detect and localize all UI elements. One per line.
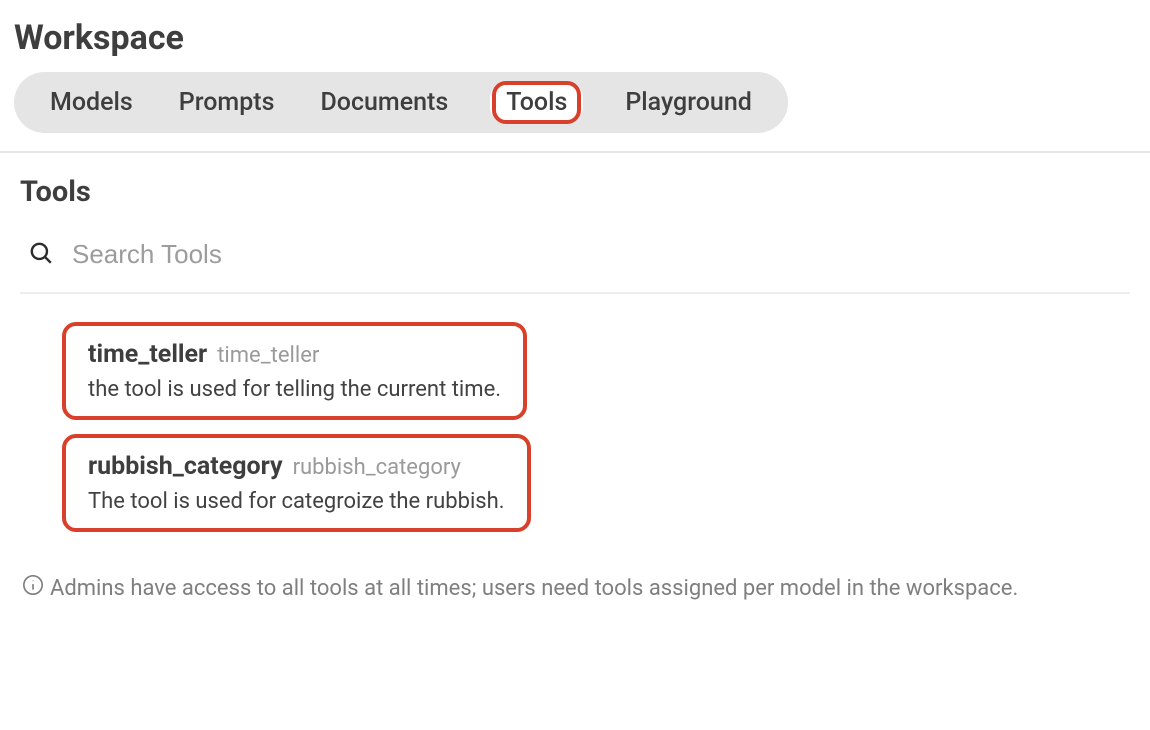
tool-card-time-teller[interactable]: time_teller time_teller the tool is used…: [62, 322, 527, 420]
list-divider: [20, 292, 1130, 294]
tabs-container: Models Prompts Documents Tools Playgroun…: [0, 72, 1150, 151]
tab-tools-active-bg: Tools: [490, 82, 583, 123]
tool-title-row: time_teller time_teller: [88, 340, 501, 369]
tab-models[interactable]: Models: [46, 84, 137, 121]
info-icon: [22, 574, 44, 602]
tool-slug: time_teller: [217, 343, 319, 368]
main-content: Tools time_teller time_teller the tool i…: [0, 153, 1150, 614]
tool-title: time_teller: [88, 340, 207, 369]
section-title: Tools: [20, 175, 1130, 209]
footer-note-text: Admins have access to all tools at all t…: [50, 576, 1018, 601]
tabs-bar: Models Prompts Documents Tools Playgroun…: [14, 72, 788, 133]
tool-title-row: rubbish_category rubbish_category: [88, 452, 505, 481]
tool-description: The tool is used for categroize the rubb…: [88, 489, 505, 514]
footer-note: Admins have access to all tools at all t…: [20, 574, 1130, 602]
page-title: Workspace: [0, 0, 1150, 72]
search-row: [20, 239, 1130, 270]
tool-list: time_teller time_teller the tool is used…: [20, 322, 1130, 532]
tab-tools[interactable]: Tools: [496, 85, 577, 120]
tool-title: rubbish_category: [88, 452, 283, 481]
tab-documents[interactable]: Documents: [316, 84, 452, 121]
tool-slug: rubbish_category: [293, 455, 461, 480]
tool-description: the tool is used for telling the current…: [88, 377, 501, 402]
tab-playground[interactable]: Playground: [621, 84, 756, 121]
search-icon: [28, 240, 54, 270]
tool-card-rubbish-category[interactable]: rubbish_category rubbish_category The to…: [62, 434, 531, 532]
search-input[interactable]: [72, 239, 1130, 270]
tab-prompts[interactable]: Prompts: [175, 84, 279, 121]
